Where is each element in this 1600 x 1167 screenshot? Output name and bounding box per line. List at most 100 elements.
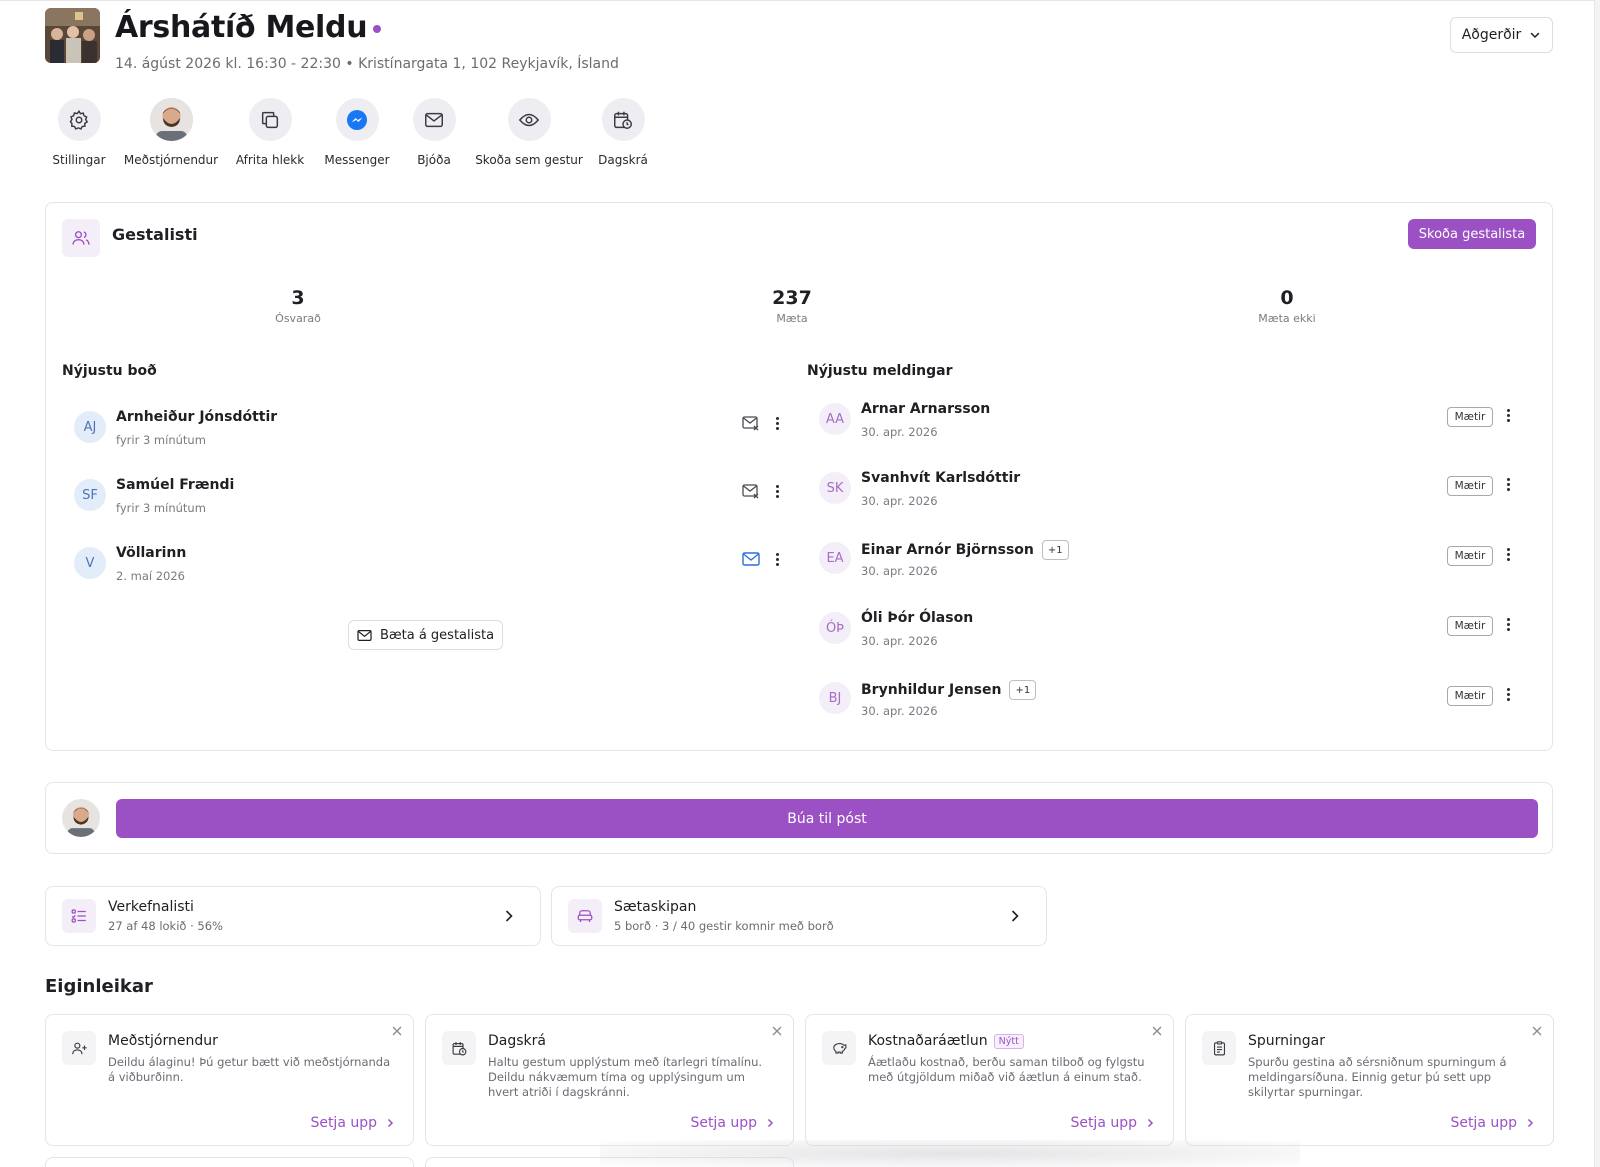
feature-description: Spurðu gestina að sérsniðnum spurningum … bbox=[1248, 1055, 1507, 1099]
quick-action-invite[interactable]: Bjóða bbox=[412, 98, 456, 167]
status-badge: Mætir bbox=[1447, 686, 1493, 706]
setup-link[interactable]: Setja upp bbox=[310, 1115, 395, 1131]
rsvp-date: 30. apr. 2026 bbox=[861, 494, 938, 508]
close-icon[interactable] bbox=[391, 1025, 403, 1037]
calendar-clock-icon bbox=[442, 1031, 476, 1065]
actions-label: Aðgerðir bbox=[1461, 27, 1522, 43]
mail-sent-icon[interactable] bbox=[742, 551, 760, 567]
guest-name: Brynhildur Jensen +1 bbox=[861, 680, 1037, 700]
guest-name: Arnheiður Jónsdóttir bbox=[116, 409, 278, 425]
quick-action-schedule[interactable]: Dagskrá bbox=[598, 98, 648, 167]
rsvp-row[interactable]: EA Einar Arnór Björnsson +1 30. apr. 2026… bbox=[819, 540, 1519, 594]
chevron-right-icon bbox=[1147, 1118, 1154, 1128]
feature-title: Dagskrá bbox=[488, 1033, 546, 1049]
quick-action-view-as-guest[interactable]: Skoða sem gestur bbox=[475, 98, 583, 167]
avatar: V bbox=[74, 547, 106, 579]
rsvp-row[interactable]: ÓÞ Óli Þór Ólason 30. apr. 2026 Mætir bbox=[819, 610, 1519, 664]
feature-card-schedule: Dagskrá Haltu gestum upplýstum með ítarl… bbox=[425, 1014, 794, 1146]
event-subtitle: 14. ágúst 2026 kl. 16:30 - 22:30 • Krist… bbox=[115, 56, 619, 72]
rsvp-date: 30. apr. 2026 bbox=[861, 564, 938, 578]
quick-action-label: Messenger bbox=[324, 153, 390, 167]
stat-unanswered[interactable]: 3 Ósvarað bbox=[218, 287, 378, 325]
feature-title: Meðstjórnendur bbox=[108, 1033, 218, 1049]
task-list-title: Verkefnalisti bbox=[108, 899, 194, 915]
more-options-icon[interactable] bbox=[769, 480, 785, 502]
close-icon[interactable] bbox=[1151, 1025, 1163, 1037]
guest-name: Einar Arnór Björnsson +1 bbox=[861, 540, 1069, 560]
actions-dropdown-button[interactable]: Aðgerðir bbox=[1450, 17, 1553, 53]
top-divider bbox=[0, 0, 1600, 1]
more-options-icon[interactable] bbox=[1500, 683, 1516, 705]
event-thumbnail[interactable] bbox=[45, 8, 100, 63]
chevron-right-icon bbox=[387, 1118, 394, 1128]
messenger-icon bbox=[335, 98, 379, 141]
rsvp-date: 30. apr. 2026 bbox=[861, 704, 938, 718]
quick-action-label: Meðstjórnendur bbox=[123, 153, 219, 167]
feature-title: Spurningar bbox=[1248, 1033, 1326, 1049]
new-badge: Nýtt bbox=[993, 1033, 1024, 1049]
quick-action-copy-link[interactable]: Afrita hlekk bbox=[235, 98, 305, 167]
status-badge: Mætir bbox=[1447, 407, 1493, 427]
invite-row[interactable]: AJ Arnheiður Jónsdóttir fyrir 3 mínútum bbox=[74, 409, 779, 463]
stat-value: 237 bbox=[772, 287, 812, 309]
invite-row[interactable]: SF Samúel Frændi fyrir 3 mínútum bbox=[74, 477, 779, 531]
quick-action-cohosts[interactable]: Meðstjórnendur bbox=[123, 98, 219, 167]
rsvp-row[interactable]: BJ Brynhildur Jensen +1 30. apr. 2026 Mæt… bbox=[819, 680, 1519, 734]
view-guest-list-button[interactable]: Skoða gestalista bbox=[1408, 219, 1536, 249]
avatar: AJ bbox=[74, 411, 106, 443]
plus-one-badge: +1 bbox=[1009, 680, 1037, 700]
more-options-icon[interactable] bbox=[769, 412, 785, 434]
invite-row[interactable]: V Völlarinn 2. maí 2026 bbox=[74, 545, 779, 599]
seating-summary: 5 borð · 3 / 40 gestir komnir með borð bbox=[614, 919, 834, 933]
quick-action-settings[interactable]: Stillingar bbox=[45, 98, 113, 167]
status-dot bbox=[373, 24, 382, 33]
users-icon bbox=[62, 219, 100, 257]
guest-list-title: Gestalisti bbox=[112, 225, 198, 244]
copy-icon bbox=[248, 98, 292, 141]
more-options-icon[interactable] bbox=[1500, 473, 1516, 495]
avatar bbox=[62, 799, 100, 837]
seating-card[interactable]: Sætaskipan 5 borð · 3 / 40 gestir komnir… bbox=[551, 886, 1047, 946]
task-list-card[interactable]: Verkefnalisti 27 af 48 lokið · 56% bbox=[45, 886, 541, 946]
piggy-bank-icon bbox=[822, 1031, 856, 1065]
rsvp-row[interactable]: AA Arnar Arnarsson 30. apr. 2026 Mætir bbox=[819, 401, 1519, 455]
clipboard-icon bbox=[1202, 1031, 1236, 1065]
chevron-right-icon bbox=[1527, 1118, 1534, 1128]
guest-name: Svanhvít Karlsdóttir bbox=[861, 470, 1021, 486]
close-icon[interactable] bbox=[1531, 1025, 1543, 1037]
avatar: BJ bbox=[819, 682, 851, 714]
guest-name: Óli Þór Ólason bbox=[861, 610, 974, 626]
mail-failed-icon[interactable] bbox=[742, 483, 760, 499]
add-to-guest-list-label: Bæta á gestalista bbox=[379, 627, 495, 643]
feature-description: Áætlaðu kostnað, berðu saman tilboð og f… bbox=[868, 1055, 1145, 1084]
quick-action-messenger[interactable]: Messenger bbox=[324, 98, 390, 167]
add-to-guest-list-button[interactable]: Bæta á gestalista bbox=[348, 620, 503, 650]
setup-link[interactable]: Setja upp bbox=[1450, 1115, 1535, 1131]
checklist-icon bbox=[62, 899, 96, 933]
mail-failed-icon[interactable] bbox=[742, 415, 760, 431]
setup-link[interactable]: Setja upp bbox=[690, 1115, 775, 1131]
guest-name: Samúel Frændi bbox=[116, 477, 235, 493]
scrollbar[interactable] bbox=[1594, 0, 1600, 1167]
more-options-icon[interactable] bbox=[1500, 404, 1516, 426]
more-options-icon[interactable] bbox=[1500, 543, 1516, 565]
feature-card-budget: Kostnaðaráætlun Nýtt Áætlaðu kostnað, ber… bbox=[805, 1014, 1174, 1146]
mail-icon bbox=[412, 98, 456, 141]
chevron-down-icon bbox=[1531, 32, 1540, 39]
rsvp-row[interactable]: SK Svanhvít Karlsdóttir 30. apr. 2026 Mæ… bbox=[819, 470, 1519, 524]
feature-description: Deildu álaginu! Þú getur bætt við meðstj… bbox=[108, 1055, 391, 1084]
more-options-icon[interactable] bbox=[1500, 613, 1516, 635]
create-post-button[interactable]: Búa til póst bbox=[116, 799, 1538, 838]
setup-link[interactable]: Setja upp bbox=[1070, 1115, 1155, 1131]
close-icon[interactable] bbox=[771, 1025, 783, 1037]
feature-card-questions: Spurningar Spurðu gestina að sérsniðnum … bbox=[1185, 1014, 1554, 1146]
more-options-icon[interactable] bbox=[769, 548, 785, 570]
stat-attending[interactable]: 237 Mæta bbox=[712, 287, 872, 325]
quick-action-label: Skoða sem gestur bbox=[475, 153, 583, 167]
latest-rsvps-title: Nýjustu meldingar bbox=[807, 363, 953, 379]
seat-icon bbox=[568, 899, 602, 933]
status-badge: Mætir bbox=[1447, 546, 1493, 566]
avatar: AA bbox=[819, 403, 851, 435]
gear-icon bbox=[57, 98, 101, 141]
stat-not-attending[interactable]: 0 Mæta ekki bbox=[1207, 287, 1367, 325]
